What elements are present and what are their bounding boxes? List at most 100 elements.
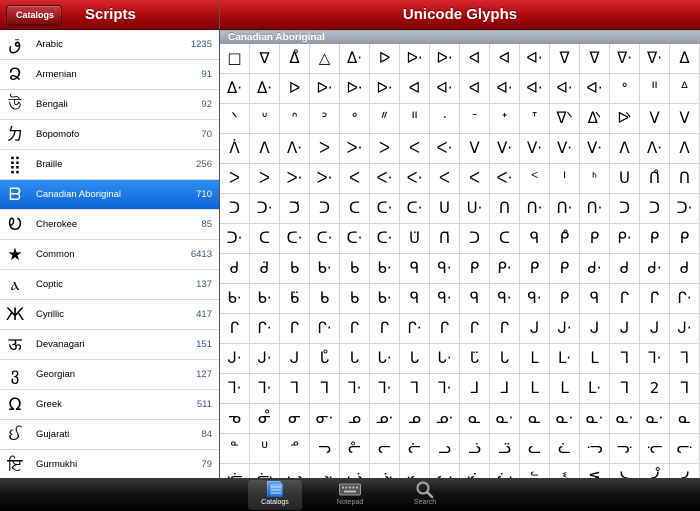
glyph-cell[interactable]: ᐊ· xyxy=(430,74,460,104)
glyph-cell[interactable]: ᐫ xyxy=(550,104,580,134)
glyph-cell[interactable]: ᐁ· xyxy=(640,44,670,74)
glyph-cell[interactable]: ᐊ· xyxy=(550,74,580,104)
glyph-cell[interactable]: ᓓ xyxy=(310,434,340,464)
glyph-cell[interactable]: ᐃ xyxy=(670,44,700,74)
glyph-cell[interactable]: ᑉ xyxy=(520,164,550,194)
glyph-cell[interactable]: ᓂ xyxy=(280,404,310,434)
glyph-cell[interactable]: ᓡ xyxy=(250,464,280,478)
glyph-cell[interactable]: ᓕ xyxy=(370,434,400,464)
glyph-cell[interactable]: ᑭ xyxy=(550,254,580,284)
glyph-cell[interactable]: ᓗ xyxy=(430,434,460,464)
script-row[interactable]: ㄉ Bopomofo 70 xyxy=(0,120,219,150)
glyph-cell[interactable]: ᐬ xyxy=(580,104,610,134)
glyph-cell[interactable]: ᒐ xyxy=(490,344,520,374)
glyph-cell[interactable]: ᑎ̈ xyxy=(430,224,460,254)
glyph-cell[interactable]: ᑲ xyxy=(340,254,370,284)
glyph-cell[interactable]: ᓤ xyxy=(340,464,370,478)
glyph-cell[interactable]: ᒣ xyxy=(610,374,640,404)
glyph-cell[interactable]: ᑭ xyxy=(580,224,610,254)
glyph-cell[interactable]: ᒍ xyxy=(580,314,610,344)
glyph-cell[interactable]: ᒐ xyxy=(340,344,370,374)
glyph-cell[interactable]: ᐊ· xyxy=(580,74,610,104)
glyph-cell[interactable]: ᐸ xyxy=(400,134,430,164)
glyph-cell[interactable]: ᐱ xyxy=(250,134,280,164)
glyph-cell[interactable]: ᑊ xyxy=(550,164,580,194)
glyph-cell[interactable]: ᓠ xyxy=(220,464,250,478)
glyph-cell[interactable]: ᓚ xyxy=(520,434,550,464)
glyph-cell[interactable]: ᑲ xyxy=(340,284,370,314)
glyph-cell[interactable]: ᐊ xyxy=(460,44,490,74)
glyph-cell[interactable]: ᒋ xyxy=(370,314,400,344)
glyph-cell[interactable]: ᒋ· xyxy=(400,314,430,344)
glyph-cell[interactable]: ᒣ· xyxy=(340,374,370,404)
glyph-cell[interactable]: ᐯ xyxy=(670,104,700,134)
glyph-cell[interactable]: ᓐ xyxy=(220,434,250,464)
glyph-cell[interactable]: ᐸ· xyxy=(490,164,520,194)
glyph-cell[interactable]: ᑲ· xyxy=(370,284,400,314)
glyph-cell[interactable]: ᑎ xyxy=(490,194,520,224)
glyph-cell[interactable]: ᑭ xyxy=(520,254,550,284)
glyph-cell[interactable]: ᑋ xyxy=(580,164,610,194)
glyph-cell[interactable]: ᑕ xyxy=(490,224,520,254)
script-row[interactable]: উ Bengali 92 xyxy=(0,90,219,120)
glyph-cell[interactable]: ᑲ· xyxy=(370,254,400,284)
script-row[interactable]: ઈ Gujarati 84 xyxy=(0,420,219,450)
glyph-cell[interactable]: ᐣ xyxy=(310,104,340,134)
glyph-cell[interactable]: ᒍ xyxy=(280,344,310,374)
tab-search[interactable]: Search xyxy=(398,480,452,510)
glyph-cell[interactable]: ᓧ xyxy=(430,464,460,478)
glyph-cell[interactable]: ᐃ· xyxy=(340,44,370,74)
glyph-cell[interactable]: ᑐ· xyxy=(220,224,250,254)
glyph-cell[interactable]: ᐭ xyxy=(610,104,640,134)
glyph-cell[interactable]: ᓑ xyxy=(250,434,280,464)
glyph-cell[interactable]: ᒪ xyxy=(520,374,550,404)
glyph-cell[interactable]: ᐃ· xyxy=(250,74,280,104)
glyph-cell[interactable]: ᐧ xyxy=(430,104,460,134)
glyph-cell[interactable]: ᒍ· xyxy=(670,314,700,344)
glyph-cell[interactable]: ᓭ xyxy=(610,464,640,478)
glyph-cell[interactable]: ᐅ· xyxy=(310,74,340,104)
glyph-cell[interactable]: ᒣ· xyxy=(220,374,250,404)
glyph-cell[interactable]: ᓇ· xyxy=(550,404,580,434)
glyph-cell[interactable]: ᐃ· xyxy=(220,74,250,104)
glyph-cell[interactable]: ᒪ xyxy=(580,344,610,374)
glyph-cell[interactable]: ᐅ· xyxy=(370,74,400,104)
glyph-cell[interactable]: ᓄ xyxy=(340,404,370,434)
catalogs-back-button[interactable]: Catalogs xyxy=(6,5,63,26)
glyph-cell[interactable]: ᑫ· xyxy=(520,284,550,314)
glyph-cell[interactable]: ᐅ· xyxy=(340,74,370,104)
glyph-cell[interactable]: □ xyxy=(220,44,250,74)
glyph-cell[interactable]: ᒋ xyxy=(460,314,490,344)
glyph-cell[interactable]: ᓯ xyxy=(670,464,700,478)
glyph-cell[interactable]: ᐱ· xyxy=(640,134,670,164)
glyph-cell[interactable]: ᓮ xyxy=(640,464,670,478)
glyph-cell[interactable]: ᓇ xyxy=(520,404,550,434)
glyph-cell[interactable]: ᒋ xyxy=(610,284,640,314)
glyph-cell[interactable]: ᐊ· xyxy=(520,44,550,74)
glyph-cell[interactable]: ᑌ xyxy=(430,194,460,224)
glyph-cell[interactable]: ᐤ xyxy=(610,74,640,104)
glyph-cell[interactable]: ᑲ xyxy=(310,284,340,314)
glyph-cell[interactable]: ᒣ· xyxy=(430,374,460,404)
glyph-cell[interactable]: ᐊ xyxy=(400,74,430,104)
glyph-cell[interactable]: ᑲ̈ xyxy=(280,284,310,314)
script-row[interactable]: Ꭷ Cherokee 85 xyxy=(0,210,219,240)
glyph-cell[interactable]: ᒋ̈ xyxy=(640,284,670,314)
glyph-cell[interactable]: ᒍ xyxy=(520,314,550,344)
script-row[interactable]: ⲁ Coptic 137 xyxy=(0,270,219,300)
glyph-cell[interactable]: ᐊ· xyxy=(490,74,520,104)
glyph-cell[interactable]: ᐅ· xyxy=(430,44,460,74)
script-row[interactable]: ऊ Devanagari 151 xyxy=(0,330,219,360)
glyph-cell[interactable]: ᐊ xyxy=(460,74,490,104)
glyph-cell[interactable]: ᒣ xyxy=(400,374,430,404)
glyph-cell[interactable]: ᑕ xyxy=(250,224,280,254)
glyph-cell[interactable]: ᓫ xyxy=(550,464,580,478)
glyph-cell[interactable]: ᑐ xyxy=(220,194,250,224)
glyph-cell[interactable]: ᑭ xyxy=(640,224,670,254)
glyph-cell[interactable]: ᑐ̈ xyxy=(280,194,310,224)
glyph-cell[interactable]: ᒐ̊ xyxy=(310,344,340,374)
glyph-cell[interactable]: △ xyxy=(310,44,340,74)
glyph-cell[interactable]: ᑭ̊ xyxy=(550,224,580,254)
glyph-cell[interactable]: ᒪ xyxy=(520,344,550,374)
glyph-cell[interactable]: ᑌ xyxy=(610,164,640,194)
